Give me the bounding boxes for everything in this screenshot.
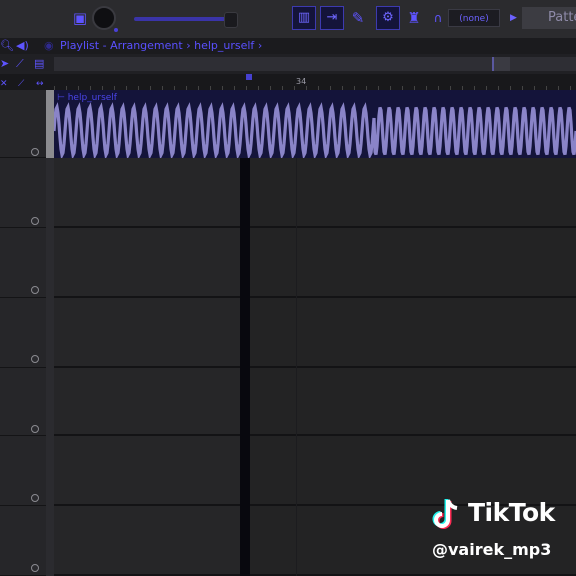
track-header-5[interactable] <box>0 368 46 436</box>
playhead-marker[interactable] <box>246 74 252 80</box>
track-lane-5[interactable] <box>54 368 576 436</box>
tempo-icon[interactable]: ▣ <box>70 8 90 28</box>
track-header-1[interactable] <box>0 90 46 158</box>
breadcrumb-separator-2: › <box>257 39 263 52</box>
paint-tool-icon[interactable]: ▤ <box>34 56 44 72</box>
track-lane-3[interactable] <box>54 228 576 298</box>
breadcrumb-title[interactable]: Playlist <box>60 39 99 52</box>
track-3-mute-button[interactable] <box>31 286 39 294</box>
master-pitch-slider[interactable] <box>134 17 234 21</box>
tiktok-brand: TikTok <box>468 498 555 527</box>
slider-thumb[interactable] <box>224 12 238 28</box>
headphones-icon[interactable]: ∩ <box>428 8 448 28</box>
lane-shade <box>242 158 576 226</box>
track-5-mute-button[interactable] <box>31 425 39 433</box>
pattern-arrow-icon[interactable]: ▶ <box>510 9 520 27</box>
track-7-mute-button[interactable] <box>31 564 39 572</box>
pencil-icon[interactable]: ✎ <box>348 8 368 28</box>
track-header-3[interactable] <box>0 228 46 298</box>
track-header-2[interactable] <box>0 158 46 228</box>
draw-tool-icon[interactable]: ⟋ <box>16 56 24 72</box>
pattern-label[interactable]: Patter <box>522 7 576 29</box>
breadcrumb-clip[interactable]: help_urself <box>194 39 254 52</box>
track-1-mute-button[interactable] <box>31 148 39 156</box>
plugin-icon[interactable]: ♜ <box>404 8 424 28</box>
knob-indicator <box>114 28 118 32</box>
track-lane-2[interactable] <box>54 158 576 228</box>
lane-shade <box>242 228 576 296</box>
browser-button[interactable]: ⚙ <box>376 6 400 30</box>
creator-handle: @vairek_mp3 <box>432 540 552 559</box>
track-lane-4[interactable] <box>54 298 576 368</box>
track-4-mute-button[interactable] <box>31 355 39 363</box>
zoom-icon[interactable]: 🔍︎ <box>0 38 14 54</box>
lane-shade <box>242 368 576 434</box>
track-header-7[interactable] <box>0 506 46 576</box>
speaker-icon[interactable]: ◀) <box>16 38 29 54</box>
waveform-path <box>54 102 576 158</box>
track-2-mute-button[interactable] <box>31 217 39 225</box>
scrollbar-thumb[interactable] <box>492 57 510 71</box>
playhead-line <box>240 90 250 576</box>
arrow-tool-icon[interactable]: ➤ <box>0 56 9 72</box>
ruler-bar-number: 34 <box>296 77 307 86</box>
playlist-window-button[interactable]: ▥ <box>292 6 316 30</box>
master-volume-knob[interactable] <box>92 6 116 30</box>
breadcrumb-separator: › <box>186 39 191 52</box>
breadcrumb-view[interactable]: Arrangement <box>110 39 183 52</box>
track-color-strip <box>46 90 54 576</box>
audio-waveform <box>54 102 576 158</box>
breadcrumb-dash: - <box>102 39 107 52</box>
channel-rack-button[interactable]: ⇥ <box>320 6 344 30</box>
track-6-mute-button[interactable] <box>31 494 39 502</box>
track-header-4[interactable] <box>0 298 46 368</box>
bar-grid-line <box>296 90 297 576</box>
snap-icon[interactable]: ◉ <box>44 38 54 54</box>
track-1-color-strip <box>46 90 54 158</box>
breadcrumb: Playlist - Arrangement › help_urself › <box>60 38 262 54</box>
pattern-select[interactable]: (none) <box>448 9 500 27</box>
lane-shade <box>242 298 576 366</box>
track-header-6[interactable] <box>0 436 46 506</box>
